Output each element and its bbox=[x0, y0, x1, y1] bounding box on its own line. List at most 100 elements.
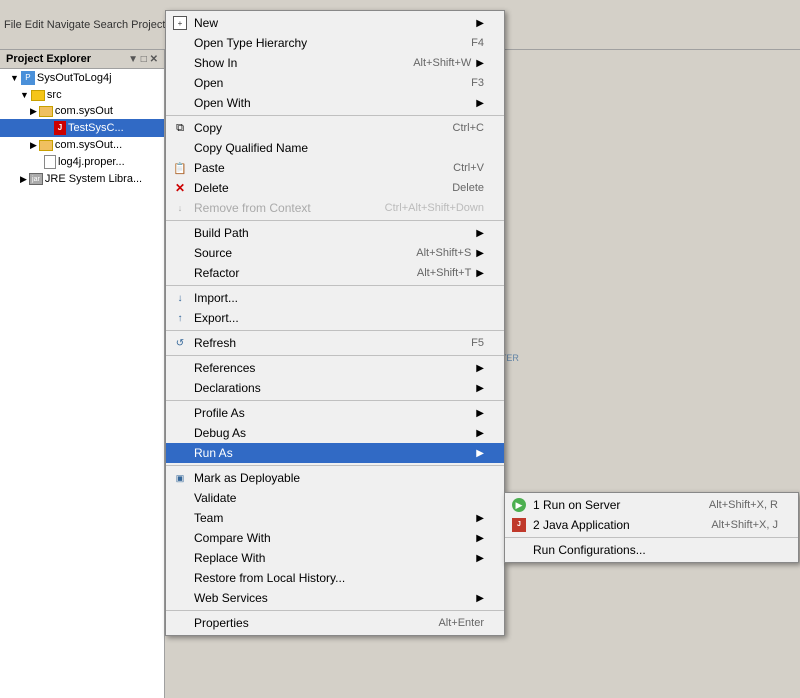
menu-item-declarations[interactable]: Declarations ▶ bbox=[166, 378, 504, 398]
tree-item-com2[interactable]: ▶ com.sysOut... bbox=[0, 137, 164, 153]
menu-item-export[interactable]: ↑ Export... bbox=[166, 308, 504, 328]
menu-item-export-label: Export... bbox=[194, 311, 484, 325]
menu-item-team-arrow: ▶ bbox=[476, 513, 484, 524]
menu-item-source-label: Source bbox=[194, 246, 396, 260]
expand-arrow-jre: ▶ bbox=[20, 174, 27, 185]
paste-icon: 📋 bbox=[172, 160, 188, 176]
menu-item-mark-deployable[interactable]: ▣ Mark as Deployable bbox=[166, 468, 504, 488]
submenu-item-run-server[interactable]: ▶ 1 Run on Server Alt+Shift+X, R bbox=[505, 495, 798, 515]
tree-item-com2-label: com.sysOut... bbox=[55, 139, 122, 151]
menu-item-source-arrow: ▶ bbox=[476, 248, 484, 259]
menu-item-web-services-label: Web Services bbox=[194, 591, 471, 605]
menu-item-profile-as-arrow: ▶ bbox=[476, 408, 484, 419]
menu-item-source-shortcut: Alt+Shift+S bbox=[416, 247, 471, 259]
menu-item-debug-as-label: Debug As bbox=[194, 426, 471, 440]
separator-4 bbox=[166, 330, 504, 331]
menu-item-paste-label: Paste bbox=[194, 161, 433, 175]
run-server-icon: ▶ bbox=[511, 497, 527, 513]
expand-arrow-com2: ▶ bbox=[30, 140, 37, 151]
copy-icon: ⧉ bbox=[172, 120, 188, 136]
tree-item-com1[interactable]: ▶ com.sysOut bbox=[0, 103, 164, 119]
menu-item-replace-with-arrow: ▶ bbox=[476, 553, 484, 564]
separator-1 bbox=[166, 115, 504, 116]
submenu-item-run-server-label: 1 Run on Server bbox=[533, 498, 689, 512]
tree-item-com1-label: com.sysOut bbox=[55, 105, 113, 117]
menu-item-show-in-shortcut: Alt+Shift+W bbox=[413, 57, 471, 69]
separator-7 bbox=[166, 465, 504, 466]
submenu-item-java-app-shortcut: Alt+Shift+X, J bbox=[711, 519, 778, 531]
menu-item-copy[interactable]: ⧉ Copy Ctrl+C bbox=[166, 118, 504, 138]
menu-item-compare-with-label: Compare With bbox=[194, 531, 471, 545]
menu-item-web-services[interactable]: Web Services ▶ bbox=[166, 588, 504, 608]
package-icon2 bbox=[39, 140, 53, 151]
tree-item-testsys-label: TestSysC... bbox=[68, 122, 124, 134]
menu-item-paste[interactable]: 📋 Paste Ctrl+V bbox=[166, 158, 504, 178]
tree-item-jre[interactable]: ▶ jar JRE System Libra... bbox=[0, 171, 164, 187]
separator-2 bbox=[166, 220, 504, 221]
menu-item-compare-with[interactable]: Compare With ▶ bbox=[166, 528, 504, 548]
menu-item-open-with-label: Open With bbox=[194, 96, 471, 110]
menu-item-build-path[interactable]: Build Path ▶ bbox=[166, 223, 504, 243]
delete-icon: ✕ bbox=[172, 180, 188, 196]
tree-item-log4j[interactable]: log4j.proper... bbox=[0, 153, 164, 171]
menu-item-open-type-shortcut: F4 bbox=[471, 37, 484, 49]
menu-item-debug-as[interactable]: Debug As ▶ bbox=[166, 423, 504, 443]
menu-item-source[interactable]: Source Alt+Shift+S ▶ bbox=[166, 243, 504, 263]
menu-item-refresh-label: Refresh bbox=[194, 336, 451, 350]
menu-item-delete[interactable]: ✕ Delete Delete bbox=[166, 178, 504, 198]
menu-item-declarations-arrow: ▶ bbox=[476, 383, 484, 394]
menu-item-properties-label: Properties bbox=[194, 616, 418, 630]
menu-item-references-arrow: ▶ bbox=[476, 363, 484, 374]
menu-item-validate[interactable]: Validate bbox=[166, 488, 504, 508]
menu-item-run-as-label: Run As bbox=[194, 446, 471, 460]
project-explorer-title: Project Explorer bbox=[6, 53, 91, 65]
project-icon: P bbox=[21, 71, 35, 85]
menu-item-new[interactable]: + New ▶ bbox=[166, 13, 504, 33]
tree-item-src-label: src bbox=[47, 89, 62, 101]
menu-item-show-in-arrow: ▶ bbox=[476, 58, 484, 69]
menu-item-restore-local-label: Restore from Local History... bbox=[194, 571, 484, 585]
menu-item-delete-shortcut: Delete bbox=[452, 182, 484, 194]
menu-item-new-label: New bbox=[194, 16, 471, 30]
menu-item-replace-with[interactable]: Replace With ▶ bbox=[166, 548, 504, 568]
menu-item-refactor-label: Refactor bbox=[194, 266, 397, 280]
remove-context-icon: ↓ bbox=[172, 200, 188, 216]
menu-item-open-type-label: Open Type Hierarchy bbox=[194, 36, 451, 50]
menu-item-import[interactable]: ↓ Import... bbox=[166, 288, 504, 308]
menu-item-copy-qualified-label: Copy Qualified Name bbox=[194, 141, 484, 155]
tree-item-sysout-label: SysOutToLog4j bbox=[37, 72, 112, 84]
submenu-item-java-app[interactable]: J 2 Java Application Alt+Shift+X, J bbox=[505, 515, 798, 535]
menu-item-refresh[interactable]: ↺ Refresh F5 bbox=[166, 333, 504, 353]
mark-icon: ▣ bbox=[172, 470, 188, 486]
tree-item-testsys[interactable]: J TestSysC... bbox=[0, 119, 164, 137]
refresh-icon: ↺ bbox=[172, 335, 188, 351]
menu-item-web-services-arrow: ▶ bbox=[476, 593, 484, 604]
menu-item-copy-qualified[interactable]: Copy Qualified Name bbox=[166, 138, 504, 158]
separator-3 bbox=[166, 285, 504, 286]
submenu-item-run-configs[interactable]: Run Configurations... bbox=[505, 540, 798, 560]
menu-item-team[interactable]: Team ▶ bbox=[166, 508, 504, 528]
project-explorer-header: Project Explorer ▼ □ ✕ bbox=[0, 50, 164, 69]
menu-item-paste-shortcut: Ctrl+V bbox=[453, 162, 484, 174]
menu-item-open[interactable]: Open F3 bbox=[166, 73, 504, 93]
menu-item-new-arrow: ▶ bbox=[476, 18, 484, 29]
menu-item-open-with[interactable]: Open With ▶ bbox=[166, 93, 504, 113]
menu-item-properties[interactable]: Properties Alt+Enter bbox=[166, 613, 504, 633]
new-icon: + bbox=[172, 15, 188, 31]
tree-item-src[interactable]: ▼ src bbox=[0, 87, 164, 103]
menu-item-references[interactable]: References ▶ bbox=[166, 358, 504, 378]
menu-item-refactor[interactable]: Refactor Alt+Shift+T ▶ bbox=[166, 263, 504, 283]
menu-item-run-as[interactable]: Run As ▶ bbox=[166, 443, 504, 463]
menu-item-copy-label: Copy bbox=[194, 121, 433, 135]
separator-6 bbox=[166, 400, 504, 401]
menu-item-open-type[interactable]: Open Type Hierarchy F4 bbox=[166, 33, 504, 53]
menu-item-open-label: Open bbox=[194, 76, 451, 90]
expand-arrow-com1: ▶ bbox=[30, 106, 37, 117]
menu-item-restore-local[interactable]: Restore from Local History... bbox=[166, 568, 504, 588]
menu-item-remove-context[interactable]: ↓ Remove from Context Ctrl+Alt+Shift+Dow… bbox=[166, 198, 504, 218]
menu-item-show-in[interactable]: Show In Alt+Shift+W ▶ bbox=[166, 53, 504, 73]
menu-item-refresh-shortcut: F5 bbox=[471, 337, 484, 349]
run-as-submenu: ▶ 1 Run on Server Alt+Shift+X, R J 2 Jav… bbox=[504, 492, 799, 563]
tree-item-sysout[interactable]: ▼ P SysOutToLog4j bbox=[0, 69, 164, 87]
menu-item-profile-as[interactable]: Profile As ▶ bbox=[166, 403, 504, 423]
